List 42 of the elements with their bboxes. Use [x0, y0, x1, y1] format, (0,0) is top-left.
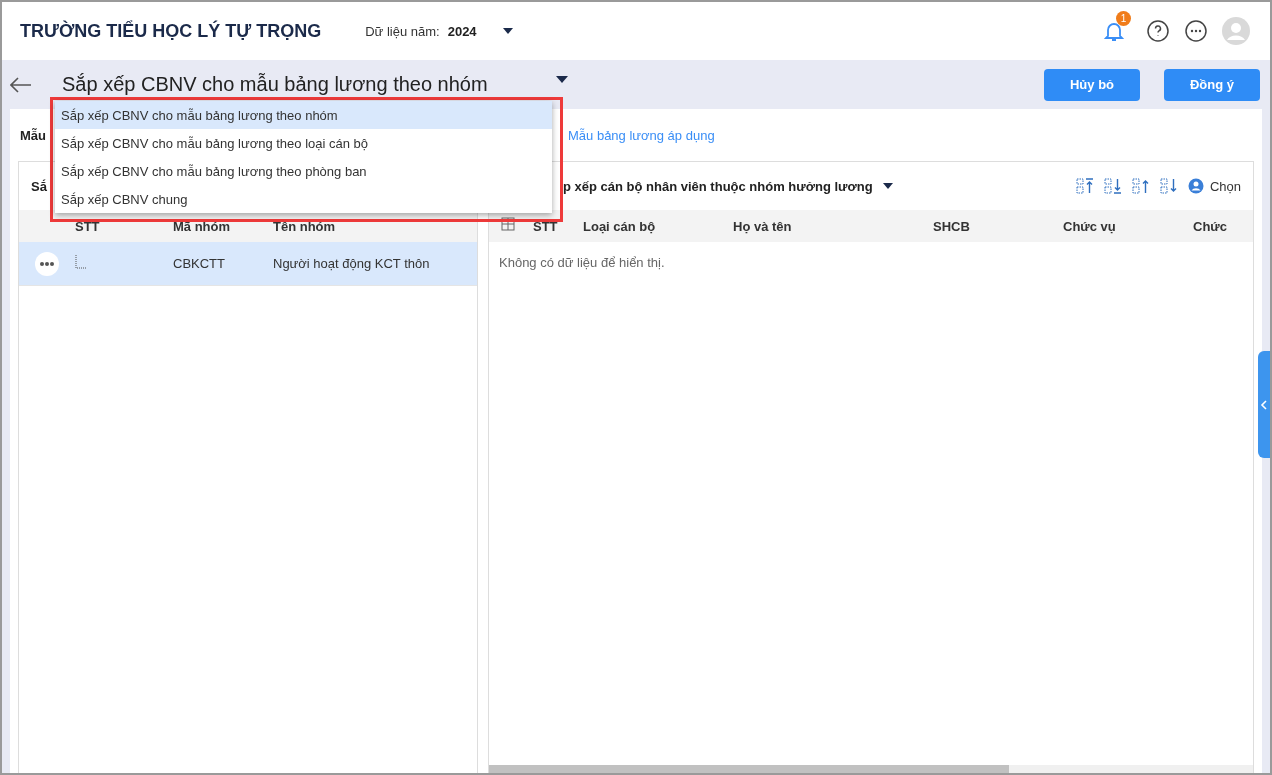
caret-icon[interactable]	[882, 183, 893, 189]
move-bottom-icon[interactable]	[1103, 178, 1122, 194]
year-value[interactable]: 2024	[447, 23, 477, 39]
caret-icon[interactable]	[502, 28, 513, 34]
column-header: STT	[533, 218, 559, 234]
choose-button[interactable]: Chọn	[1187, 178, 1241, 194]
column-header: STT	[75, 218, 101, 234]
year-label: Dữ liệu năm:	[365, 23, 440, 39]
column-header: Chức vụ	[1063, 218, 1117, 234]
more-icon[interactable]	[1184, 19, 1208, 43]
notification-badge: 1	[1116, 11, 1131, 26]
table-row[interactable]: CBKCTT Người hoạt động KCT thôn	[19, 242, 477, 286]
column-header: Loại cán bộ	[583, 218, 657, 234]
scrollbar-thumb[interactable]	[489, 765, 1009, 773]
dropdown-option[interactable]: Sắp xếp CBNV cho mẫu bảng lương theo loại cán bộ	[55, 129, 552, 157]
page-title[interactable]: Sắp xếp CBNV cho mẫu bảng lương theo nhóm	[62, 73, 488, 96]
move-up-icon[interactable]	[1131, 178, 1150, 194]
column-header: Tên nhóm	[273, 218, 337, 234]
chevron-left-icon	[1260, 399, 1268, 410]
dropdown-option[interactable]: Sắp xếp CBNV chung	[55, 185, 552, 213]
empty-message: Không có dữ liệu để hiển thị.	[498, 254, 666, 272]
back-icon[interactable]	[10, 76, 32, 93]
caret-icon[interactable]	[555, 76, 568, 83]
more-icon[interactable]	[35, 251, 59, 276]
dropdown-option[interactable]: Sắp xếp CBNV cho mẫu bảng lương theo nhóm	[55, 101, 552, 129]
template-label: Mẫu	[20, 127, 46, 143]
tree-line-icon	[75, 254, 87, 269]
help-icon[interactable]	[1146, 19, 1170, 43]
table-cell-text: Người hoạt động KCT thôn	[273, 256, 431, 271]
column-header: Họ và tên	[733, 218, 793, 234]
columns-icon[interactable]	[501, 217, 515, 231]
column-header: SHCB	[933, 218, 971, 234]
panel-title: Sắ	[31, 178, 47, 194]
person-icon	[1187, 178, 1204, 194]
column-header: Mã nhóm	[173, 218, 232, 234]
school-name: TRƯỜNG TIỂU HỌC LÝ TỰ TRỌNG	[20, 20, 322, 42]
move-top-icon[interactable]	[1075, 178, 1094, 194]
move-down-icon[interactable]	[1159, 178, 1178, 194]
panel-title[interactable]: p xếp cán bộ nhân viên thuộc nhóm hưởng lương	[563, 178, 873, 194]
dropdown-option[interactable]: Sắp xếp CBNV cho mẫu bảng lương theo phòng ban	[55, 157, 552, 185]
table-cell-text: CBKCTT	[173, 256, 226, 271]
column-header: Chức	[1193, 218, 1228, 234]
